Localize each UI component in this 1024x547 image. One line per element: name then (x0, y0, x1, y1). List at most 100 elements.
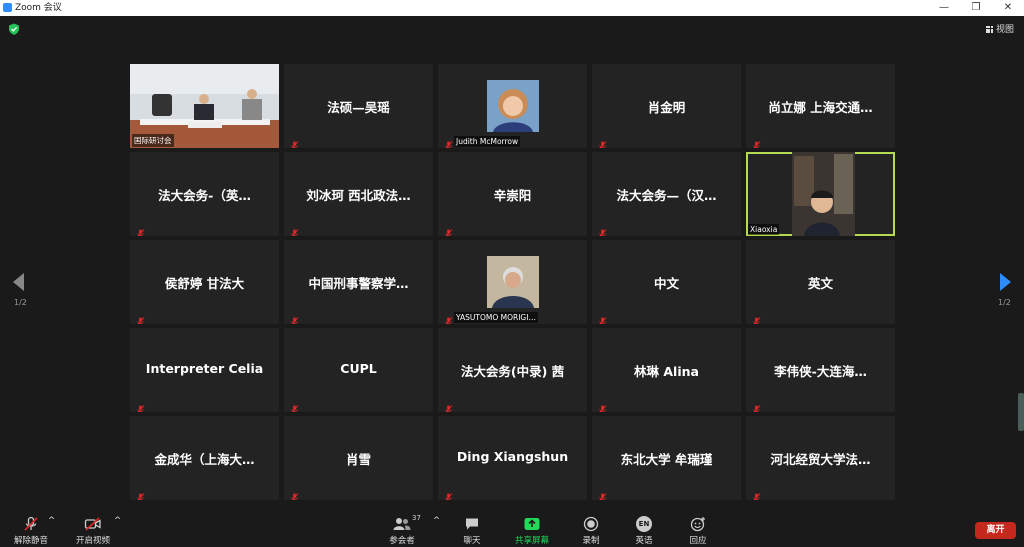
muted-mic-icon (136, 311, 145, 324)
view-button[interactable]: 视图 (985, 22, 1014, 35)
muted-mic-icon (136, 399, 145, 412)
record-icon (583, 516, 599, 532)
participant-name: 金成华（上海大… (154, 452, 255, 467)
muted-mic-icon (290, 311, 299, 324)
participant-name: 英文 (807, 276, 833, 291)
participant-tile[interactable]: 中国刑事警察学… (284, 240, 433, 324)
participant-tile[interactable]: 肖金明 (592, 64, 741, 148)
participant-tile[interactable]: 国际研讨会 (130, 64, 279, 148)
participants-icon (393, 518, 411, 530)
participant-name: 中文 (653, 276, 679, 291)
muted-mic-icon (290, 487, 299, 500)
muted-mic-icon (136, 223, 145, 236)
start-video-button[interactable]: 开启视频 (74, 516, 112, 546)
muted-mic-icon (444, 487, 453, 500)
participant-tile[interactable]: 尚立娜 上海交通… (746, 64, 895, 148)
participant-tile[interactable]: 中文 (592, 240, 741, 324)
smiley-plus-icon (690, 517, 705, 532)
muted-mic-icon (752, 311, 761, 324)
participant-tile[interactable]: 林琳 Alina (592, 328, 741, 412)
participant-tile[interactable]: Xiaoxia (746, 152, 895, 236)
chat-button[interactable]: 聊天 (458, 516, 486, 546)
participant-tile[interactable]: 英文 (746, 240, 895, 324)
participant-tile[interactable]: Interpreter Celia (130, 328, 279, 412)
participant-tile[interactable]: 肖雪 (284, 416, 433, 500)
participant-tile[interactable]: 法硕—吴瑶 (284, 64, 433, 148)
muted-mic-icon (444, 223, 453, 236)
share-screen-icon (524, 518, 540, 530)
participant-tile[interactable]: CUPL (284, 328, 433, 412)
language-button[interactable]: EN 英语 (630, 516, 658, 546)
meeting-toolbar: 解除静音 ^ 开启视频 ^ 参会者 37 ^ 聊天 共享屏幕 录制 EN 英语 … (0, 510, 1024, 547)
muted-mic-icon (136, 487, 145, 500)
participant-name: 肖金明 (647, 100, 686, 115)
participants-label: 参会者 (389, 536, 415, 546)
start-video-label: 开启视频 (75, 536, 110, 546)
participant-name: 尚立娜 上海交通… (768, 100, 873, 115)
participant-tile[interactable]: YASUTOMO MORIGI… (438, 240, 587, 324)
participant-name: 侯舒婷 甘法大 (164, 276, 245, 291)
participant-label: YASUTOMO MORIGI… (454, 312, 538, 323)
page-indicator-right: 1/2 (998, 298, 1011, 307)
reactions-label: 回应 (689, 536, 707, 546)
maximize-button[interactable]: ❐ (961, 0, 991, 16)
close-button[interactable]: ✕ (993, 0, 1023, 16)
unmute-button[interactable]: 解除静音 (12, 516, 50, 546)
participant-name: 肖雪 (345, 452, 371, 467)
participant-label: 国际研讨会 (132, 134, 174, 147)
video-options-caret[interactable]: ^ (114, 516, 121, 526)
participant-tile[interactable]: Ding Xiangshun (438, 416, 587, 500)
participant-name: 法大会务-（英… (158, 188, 251, 203)
record-button[interactable]: 录制 (578, 516, 604, 546)
participant-tile[interactable]: 法大会务—（汉… (592, 152, 741, 236)
leave-meeting-button[interactable]: 离开 (975, 522, 1016, 539)
page-indicator-left: 1/2 (14, 298, 27, 307)
participant-tile[interactable]: Judith McMorrow (438, 64, 587, 148)
muted-mic-icon (444, 399, 453, 412)
muted-mic-icon (24, 516, 38, 531)
participants-caret[interactable]: ^ (433, 516, 440, 526)
participant-name: 法硕—吴瑶 (327, 100, 390, 115)
security-shield-icon[interactable] (8, 23, 20, 35)
share-screen-button[interactable]: 共享屏幕 (512, 516, 552, 546)
participant-name: Ding Xiangshun (456, 449, 569, 464)
audio-options-caret[interactable]: ^ (48, 516, 55, 526)
prev-page-arrow-icon[interactable] (13, 273, 24, 291)
muted-mic-icon (598, 135, 607, 148)
window-title: Zoom 会议 (15, 3, 62, 13)
muted-mic-icon (444, 135, 453, 148)
participant-label: Xiaoxia (748, 224, 780, 235)
language-label: 英语 (635, 536, 653, 546)
participant-tile[interactable]: 金成华（上海大… (130, 416, 279, 500)
window-titlebar: Zoom 会议 — ❐ ✕ (0, 0, 1024, 16)
muted-mic-icon (290, 223, 299, 236)
participant-name: CUPL (340, 361, 377, 376)
side-panel-handle[interactable] (1018, 393, 1024, 431)
participant-label: Judith McMorrow (454, 136, 521, 147)
participant-tile[interactable]: 河北经贸大学法… (746, 416, 895, 500)
participant-tile[interactable]: 刘冰珂 西北政法… (284, 152, 433, 236)
record-label: 录制 (582, 536, 600, 546)
participant-name: 法大会务(中录) 茜 (460, 364, 565, 379)
muted-mic-icon (752, 135, 761, 148)
share-screen-label: 共享屏幕 (514, 536, 549, 546)
participant-name: Interpreter Celia (145, 361, 264, 376)
participant-tile[interactable]: 辛崇阳 (438, 152, 587, 236)
video-grid: 国际研讨会 法硕—吴瑶 Judith McMorrow 肖金明 尚立娜 上海交通… 法大会… (130, 64, 895, 502)
participant-tile[interactable]: 法大会务(中录) 茜 (438, 328, 587, 412)
minimize-button[interactable]: — (929, 0, 959, 16)
reactions-button[interactable]: 回应 (684, 516, 712, 546)
unmute-label: 解除静音 (13, 536, 48, 546)
next-page-arrow-icon[interactable] (1000, 273, 1011, 291)
participant-name: 东北大学 牟瑞瑾 (620, 452, 713, 467)
participant-name: 河北经贸大学法… (770, 452, 871, 467)
muted-mic-icon (598, 399, 607, 412)
chat-label: 聊天 (463, 536, 481, 546)
participant-tile[interactable]: 法大会务-（英… (130, 152, 279, 236)
view-label: 视图 (995, 25, 1014, 35)
muted-mic-icon (290, 399, 299, 412)
participant-tile[interactable]: 东北大学 牟瑞瑾 (592, 416, 741, 500)
participant-tile[interactable]: 李伟侠-大连海… (746, 328, 895, 412)
participant-name: 法大会务—（汉… (616, 188, 717, 203)
participant-tile[interactable]: 侯舒婷 甘法大 (130, 240, 279, 324)
